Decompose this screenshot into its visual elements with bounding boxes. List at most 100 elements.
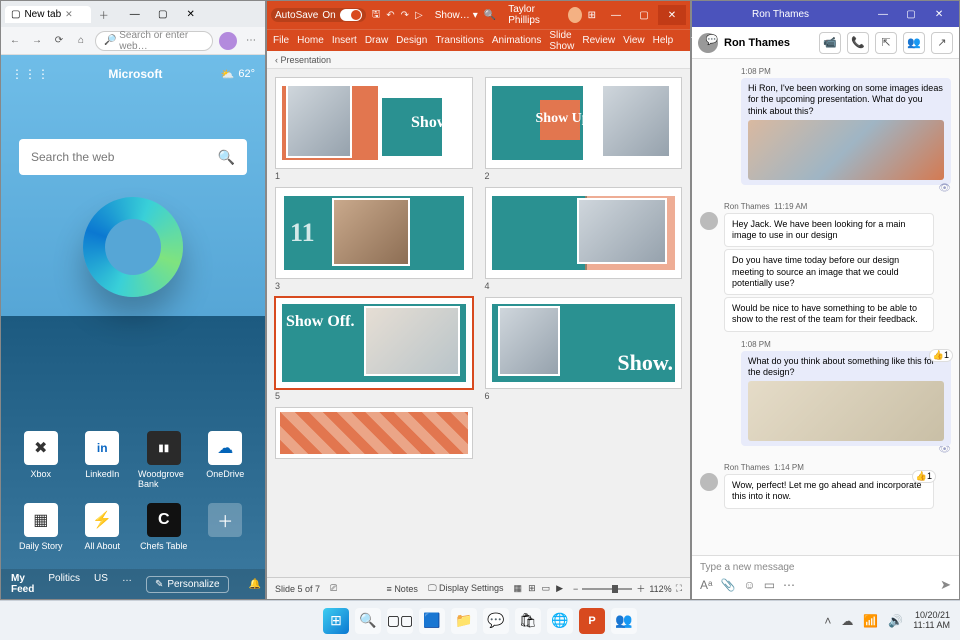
edge-new-tab-button[interactable]: ＋ [95, 5, 113, 23]
onedrive-tray-icon[interactable]: ☁ [841, 614, 853, 628]
fit-to-window-icon[interactable]: ⛶ [676, 583, 682, 594]
tray-chevron-icon[interactable]: ˄ [824, 614, 831, 628]
zoom-control[interactable]: − ＋ 112% ⛶ [573, 582, 682, 595]
message-bubble[interactable]: What do you think about something like t… [741, 351, 951, 447]
share-icon[interactable]: ⇪ [689, 35, 697, 46]
screen-share-icon[interactable]: ⇱ [875, 32, 897, 54]
quicklink-daily-story[interactable]: ▦Daily Story [15, 503, 67, 551]
start-slideshow-icon[interactable]: ▷ [415, 10, 423, 21]
back-icon[interactable]: ← [7, 35, 23, 46]
ribbon-tab-view[interactable]: View [623, 35, 645, 46]
minimize-button[interactable]: — [602, 5, 630, 25]
volume-icon[interactable]: 🔊 [888, 614, 903, 628]
quicklink-onedrive[interactable]: ☁OneDrive [200, 431, 252, 489]
ribbon-tab-transitions[interactable]: Transitions [435, 35, 484, 46]
quicklink-all-about[interactable]: ⚡All About [77, 503, 129, 551]
feed-tab-more[interactable]: … [122, 573, 132, 595]
close-button[interactable]: ✕ [658, 5, 686, 25]
display-settings-button[interactable]: 🖵 Display Settings [428, 583, 504, 594]
apps-grid-icon[interactable]: ⋮⋮⋮ [11, 67, 50, 81]
ribbon-tab-animations[interactable]: Animations [492, 35, 541, 46]
maximize-button[interactable]: ▢ [630, 5, 658, 25]
store-icon[interactable]: 🛍 [515, 608, 541, 634]
sender-avatar[interactable] [700, 473, 718, 491]
ppt-breadcrumb[interactable]: ‹ Presentation [267, 51, 690, 69]
ribbon-tab-review[interactable]: Review [582, 35, 615, 46]
personalize-button[interactable]: ✎ Personalize [146, 576, 229, 593]
audio-call-icon[interactable]: 📞 [847, 32, 869, 54]
message-bubble[interactable]: Hey Jack. We have been looking for a mai… [724, 213, 934, 248]
message-image[interactable] [748, 120, 944, 180]
slide-thumb-7[interactable] [275, 407, 473, 459]
close-button[interactable]: ✕ [925, 4, 953, 24]
slide-thumb-1[interactable]: Show. 1 [275, 77, 473, 181]
ribbon-display-icon[interactable]: ⊞ [588, 10, 596, 21]
tray-clock[interactable]: 10/20/21 11:11 AM [913, 611, 950, 631]
minimize-button[interactable]: — [869, 4, 897, 24]
edge-taskbar-icon[interactable]: 🌐 [547, 608, 573, 634]
ppt-doc-title[interactable]: Show… ▾ [435, 10, 478, 21]
ribbon-tab-insert[interactable]: Insert [332, 35, 357, 46]
ribbon-tab-slideshow[interactable]: Slide Show [549, 30, 574, 52]
slide-thumb-4[interactable]: 4 [485, 187, 683, 291]
message-image[interactable] [748, 381, 944, 441]
slideshow-view-icon[interactable]: ▶ [556, 583, 563, 594]
redo-icon[interactable]: ↷ [401, 10, 409, 21]
refresh-icon[interactable]: ⟳ [51, 35, 67, 46]
teams-compose-box[interactable]: Type a new message Aᵃ 📎 ☺ ▭ ⋯ ➤ [692, 555, 959, 599]
format-icon[interactable]: Aᵃ [700, 578, 712, 592]
undo-icon[interactable]: ↶ [386, 10, 394, 21]
quicklink-linkedin[interactable]: inLinkedIn [77, 431, 129, 489]
profile-avatar[interactable] [219, 32, 237, 50]
emoji-icon[interactable]: ☺ [743, 578, 755, 592]
send-icon[interactable]: ➤ [940, 577, 951, 593]
notes-button[interactable]: ≡ Notes [387, 584, 418, 594]
edge-address-bar[interactable]: 🔎 Search or enter web… [95, 31, 213, 51]
slide-thumb-2[interactable]: Show Up 2 [485, 77, 683, 181]
maximize-button[interactable]: ▢ [897, 4, 925, 24]
sorter-view-icon[interactable]: ⊞ [528, 583, 536, 594]
quicklink-chefs-table[interactable]: CChefs Table [138, 503, 190, 551]
message-bubble[interactable]: Hi Ron, I've been working on some images… [741, 78, 951, 185]
normal-view-icon[interactable]: ▦ [514, 583, 523, 594]
wifi-icon[interactable]: 📶 [863, 614, 878, 628]
widgets-icon[interactable]: 🟦 [419, 608, 445, 634]
search-taskbar-icon[interactable]: 🔍 [355, 608, 381, 634]
notifications-icon[interactable]: 🔔 [249, 579, 261, 590]
teams-taskbar-icon[interactable]: 👥 [611, 608, 637, 634]
edge-tab-newtab[interactable]: ▢ New tab ✕ [5, 6, 91, 23]
close-tab-icon[interactable]: ✕ [65, 9, 73, 20]
ribbon-tab-file[interactable]: File [273, 35, 289, 46]
autosave-toggle[interactable]: AutoSave On [271, 8, 366, 22]
chat-icon[interactable]: 💬 [483, 608, 509, 634]
minimize-button[interactable]: — [121, 4, 149, 24]
maximize-button[interactable]: ▢ [149, 4, 177, 24]
video-call-icon[interactable]: 📹 [819, 32, 841, 54]
comments-icon[interactable]: 💬 [706, 35, 718, 46]
feed-tab-myfeed[interactable]: My Feed [11, 573, 34, 595]
feed-tab-politics[interactable]: Politics [48, 573, 80, 595]
attach-icon[interactable]: 📎 [720, 578, 735, 592]
more-icon[interactable]: ⋯ [243, 35, 259, 46]
feed-tab-us[interactable]: US [94, 573, 108, 595]
quicklink-xbox[interactable]: ✖Xbox [15, 431, 67, 489]
sender-avatar[interactable] [700, 212, 718, 230]
explorer-icon[interactable]: 📁 [451, 608, 477, 634]
weather-widget[interactable]: ⛅ 62° [221, 68, 255, 81]
task-view-icon[interactable]: ▢▢ [387, 608, 413, 634]
close-button[interactable]: ✕ [177, 4, 205, 24]
search-icon[interactable]: 🔍 [218, 149, 235, 166]
reaction-badge[interactable]: 👍1 [929, 349, 953, 362]
quicklink-woodgrove[interactable]: ▮▮Woodgrove Bank [138, 431, 190, 489]
ribbon-tab-draw[interactable]: Draw [365, 35, 388, 46]
zoom-out-icon[interactable]: − [573, 584, 578, 594]
teams-message-list[interactable]: 1:08 PM Hi Ron, I've been working on som… [692, 59, 959, 555]
user-avatar[interactable] [568, 7, 582, 23]
gif-icon[interactable]: ▭ [764, 578, 775, 592]
ribbon-tab-home[interactable]: Home [297, 35, 324, 46]
message-bubble[interactable]: Do you have time today before our design… [724, 249, 934, 295]
slide-thumb-5[interactable]: Show Off. 5 [275, 297, 473, 401]
start-button[interactable]: ⊞ [323, 608, 349, 634]
quicklink-add[interactable]: ＋ [200, 503, 252, 551]
powerpoint-taskbar-icon[interactable]: P [579, 608, 605, 634]
